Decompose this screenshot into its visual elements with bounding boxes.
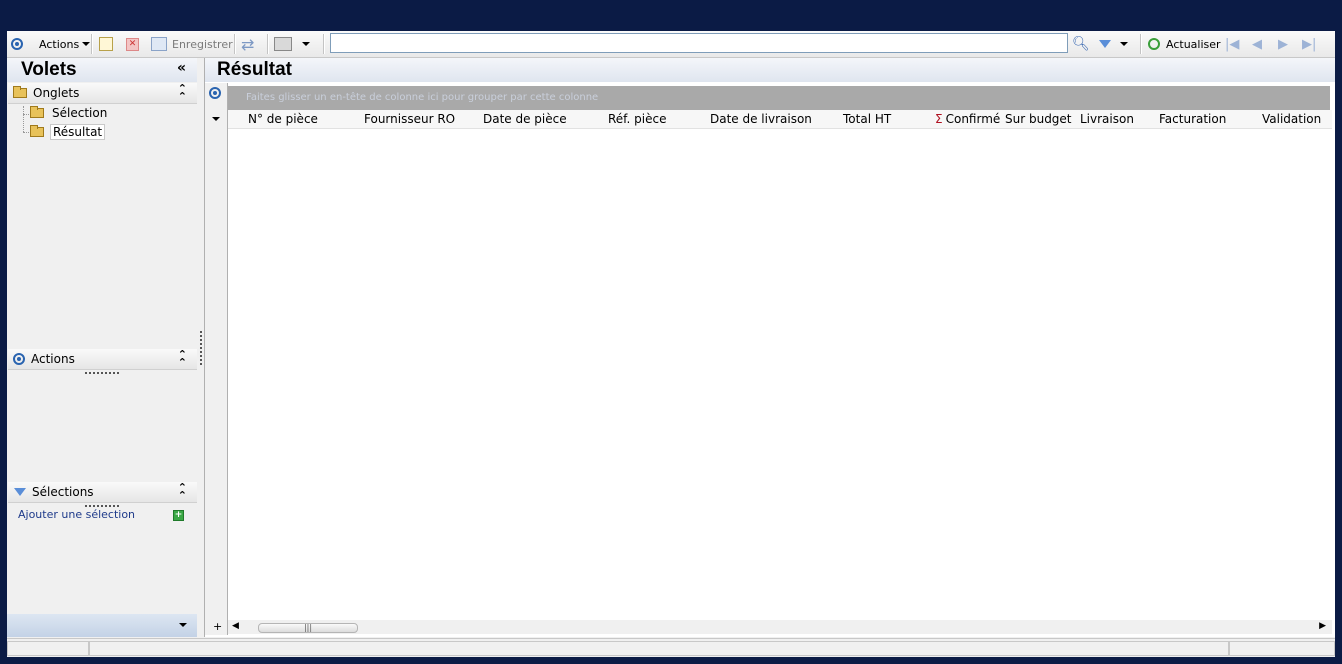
selections-section-header[interactable]: Sélections ⌃ ⌃ [8, 482, 197, 503]
add-selection-link[interactable]: Ajouter une sélection [18, 508, 135, 521]
new-icon [99, 37, 113, 51]
last-button[interactable]: ▶| [1302, 35, 1316, 53]
actions-circle-icon [11, 38, 23, 50]
search-input[interactable] [330, 33, 1068, 53]
status-bar [7, 638, 1335, 657]
selections-section-title: Sélections [32, 485, 94, 499]
actions-menu-label: Actions [39, 37, 80, 51]
sigma-icon: Σ [935, 112, 943, 126]
sync-icon: ⇄ [241, 34, 255, 54]
col-header[interactable]: Total HT [843, 112, 891, 126]
volets-title: Volets [21, 59, 77, 80]
refresh-icon [1148, 38, 1160, 50]
main-window: Actions ✕ Enregistrer ⇄ 🔍︎ Actualiser |◀… [7, 31, 1335, 657]
chevron-down-icon [1120, 42, 1128, 46]
next-button[interactable]: ▶ [1278, 35, 1288, 53]
tree-item-label: Sélection [52, 106, 108, 120]
actions-section-title: Actions [31, 352, 75, 366]
save-icon [151, 37, 167, 51]
folder-open-icon [30, 125, 44, 137]
col-header[interactable]: Date de pièce [483, 112, 567, 126]
tabs-section-title: Onglets [33, 86, 80, 100]
col-header[interactable]: Sur budget [1005, 112, 1072, 126]
chevron-down-icon [82, 42, 91, 46]
chevron-down-icon[interactable] [212, 117, 220, 121]
save-button[interactable]: Enregistrer [151, 35, 233, 53]
col-header[interactable]: N° de pièce [248, 112, 318, 126]
scroll-right-icon[interactable]: ▶ [1319, 621, 1326, 631]
col-header-label: Confirmé [945, 112, 1001, 126]
left-panel: Volets « Onglets ⌃ ⌃ Sélection Résultat A… [7, 58, 200, 637]
delete-button[interactable]: ✕ [126, 35, 139, 53]
group-by-area[interactable]: Faites glisser un en-tête de colonne ici… [228, 86, 1330, 110]
panel-options-bar[interactable] [7, 614, 197, 637]
grid-row-header [205, 83, 228, 635]
tree-item-label: Résultat [50, 124, 106, 140]
actions-section-header[interactable]: Actions ⌃ ⌃ [8, 349, 197, 370]
collapse-section-icon: ⌃ ⌃ [177, 82, 187, 103]
result-header: Résultat [205, 58, 1335, 82]
col-header[interactable]: Fournisseur RO [364, 112, 455, 126]
grid-options-icon[interactable] [209, 87, 221, 99]
folder-icon [13, 86, 27, 98]
resize-grip[interactable] [85, 372, 119, 374]
col-header[interactable]: Livraison [1080, 112, 1134, 126]
refresh-button[interactable]: Actualiser [1148, 35, 1221, 53]
collapse-section-icon: ⌃ ⌃ [177, 348, 187, 369]
collapse-section-icon: ⌃ ⌃ [177, 481, 187, 502]
resize-grip[interactable] [85, 505, 119, 507]
filter-icon [1099, 40, 1111, 48]
tree-item-resultat[interactable]: Résultat [30, 124, 106, 140]
search-icon: 🔍︎ [1072, 36, 1090, 52]
print-button[interactable] [274, 35, 310, 53]
add-icon[interactable]: + [173, 510, 184, 521]
chevron-down-icon [302, 42, 310, 46]
actions-menu-button[interactable]: Actions [11, 35, 91, 53]
col-header-confirme[interactable]: Σ Confirmé [935, 112, 1000, 126]
scroll-thumb[interactable]: ||| [258, 623, 358, 633]
result-title: Résultat [217, 59, 292, 80]
last-icon: ▶| [1302, 36, 1317, 52]
chevron-down-icon [179, 623, 187, 627]
collapse-panel-button[interactable]: « [177, 60, 186, 76]
column-header-row: N° de pièce Fournisseur RO Date de pièce… [228, 110, 1332, 129]
filter-icon [14, 488, 26, 496]
first-button[interactable]: |◀ [1225, 35, 1239, 53]
sync-button[interactable]: ⇄ [241, 34, 255, 54]
next-icon: ▶ [1278, 36, 1288, 52]
new-button[interactable] [99, 35, 113, 53]
col-header[interactable]: Facturation [1159, 112, 1226, 126]
delete-icon: ✕ [126, 37, 139, 51]
add-row-icon[interactable]: + [213, 620, 222, 633]
prev-button[interactable]: ◀ [1252, 35, 1262, 53]
horizontal-scrollbar[interactable]: + ◀ ||| ▶ [213, 620, 1332, 634]
save-label: Enregistrer [172, 37, 233, 51]
volets-header: Volets « [7, 58, 197, 82]
toolbar: Actions ✕ Enregistrer ⇄ 🔍︎ Actualiser |◀… [7, 31, 1335, 58]
col-header[interactable]: Date de livraison [710, 112, 812, 126]
first-icon: |◀ [1225, 36, 1240, 52]
refresh-label: Actualiser [1166, 37, 1221, 51]
actions-circle-icon [13, 353, 25, 365]
prev-icon: ◀ [1252, 36, 1262, 52]
folder-icon [30, 106, 44, 118]
scroll-left-icon[interactable]: ◀ [232, 621, 239, 631]
search-button[interactable]: 🔍︎ [1072, 35, 1090, 53]
tree-item-selection[interactable]: Sélection [30, 106, 109, 120]
print-icon [274, 37, 292, 51]
col-header[interactable]: Réf. pièce [608, 112, 666, 126]
result-panel: Résultat Faites glisser un en-tête de co… [204, 58, 1335, 637]
col-header[interactable]: Validation [1262, 112, 1321, 126]
tabs-section-header[interactable]: Onglets ⌃ ⌃ [8, 83, 197, 104]
filter-button[interactable] [1099, 35, 1128, 53]
